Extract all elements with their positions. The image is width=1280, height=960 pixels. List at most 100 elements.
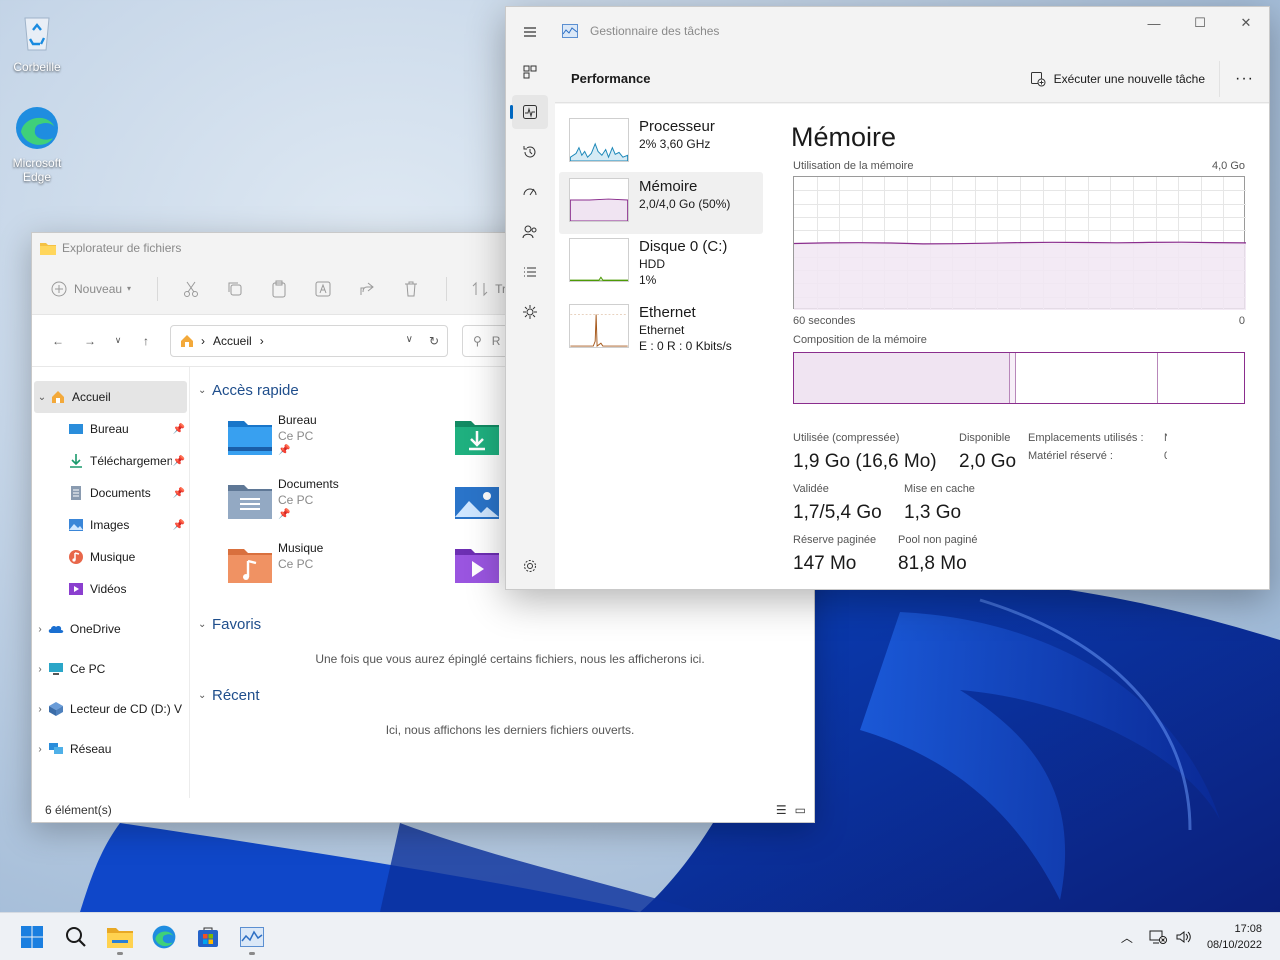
nav-item-onedrive[interactable]: › OneDrive	[32, 613, 189, 645]
nav-item-network[interactable]: › Réseau	[32, 733, 189, 765]
clipboard-icon	[272, 280, 286, 297]
stat-label: Disponible	[959, 432, 1011, 444]
nav-item-this-pc[interactable]: › Ce PC	[32, 653, 189, 685]
minimize-button[interactable]: —	[1131, 7, 1177, 39]
nav-app-history[interactable]	[512, 135, 548, 169]
nav-item-downloads[interactable]: Téléchargements 📌	[32, 445, 189, 477]
share-button[interactable]	[358, 280, 376, 298]
task-manager-window[interactable]: Gestionnaire des tâches — ☐ ✕ Performanc…	[505, 6, 1270, 590]
minimize-icon: —	[1147, 15, 1161, 31]
stat-value-committed: 1,7/5,4 Go	[793, 502, 882, 523]
address-bar[interactable]: › Accueil › ∨ ↻	[170, 324, 448, 357]
nav-item-music[interactable]: Musique	[32, 541, 189, 573]
desktop-icon-recycle-bin[interactable]: Corbeille	[1, 8, 73, 74]
taskbar-file-explorer[interactable]	[100, 919, 140, 955]
more-icon: ···	[1235, 69, 1254, 87]
cut-button[interactable]	[182, 280, 200, 298]
resource-memory[interactable]: Mémoire 2,0/4,0 Go (50%)	[559, 172, 763, 234]
chevron-down-icon: ⌄	[198, 384, 207, 396]
favorites-header[interactable]: ⌄ Favoris	[198, 611, 261, 637]
folder-icon	[40, 243, 56, 255]
stat-value-cached: 1,3 Go	[904, 502, 962, 523]
desktop-icon-label: Microsoft Edge	[12, 156, 62, 184]
recent-locations-button[interactable]: ∨	[108, 327, 128, 355]
more-options-button[interactable]: ···	[1219, 60, 1269, 97]
quick-access-tile-videos[interactable]	[455, 541, 505, 597]
chevron-down-icon: ⌄	[198, 618, 207, 630]
refresh-icon[interactable]: ↻	[429, 334, 439, 348]
resource-ethernet[interactable]: Ethernet Ethernet E : 0 R : 0 Kbits/s	[559, 298, 763, 360]
paste-button[interactable]	[270, 280, 288, 298]
composition-label: Composition de la mémoire	[793, 334, 927, 346]
pin-icon: 📌	[278, 509, 291, 520]
home-icon	[181, 334, 193, 347]
hamburger-menu-button[interactable]	[512, 15, 548, 49]
start-button[interactable]	[12, 919, 52, 955]
volume-icon[interactable]	[1175, 929, 1193, 945]
quick-access-tile-music[interactable]: Musique Ce PC	[228, 541, 448, 597]
taskbar-store[interactable]	[188, 919, 228, 955]
nav-item-cd-drive[interactable]: › Lecteur de CD (D:) V	[32, 693, 189, 725]
network-status-icon[interactable]	[1149, 929, 1167, 945]
users-icon	[522, 225, 537, 239]
nav-item-label: Réseau	[70, 742, 112, 756]
breadcrumb[interactable]: Accueil	[213, 334, 252, 348]
copy-button[interactable]	[226, 280, 244, 298]
clock[interactable]: 17:08 08/10/2022	[1207, 921, 1280, 953]
taskbar-edge[interactable]	[144, 919, 184, 955]
new-button[interactable]: Nouveau ▾	[50, 280, 131, 298]
back-button[interactable]: ←	[44, 327, 72, 355]
nav-item-videos[interactable]: Vidéos	[32, 573, 189, 605]
task-manager-titlebar[interactable]: Gestionnaire des tâches — ☐ ✕	[506, 7, 1269, 55]
forward-button[interactable]: →	[76, 327, 104, 355]
nav-item-home[interactable]: ⌄ Accueil	[34, 381, 187, 413]
cloud-icon	[48, 625, 64, 633]
delete-button[interactable]	[402, 280, 420, 298]
nav-item-label: Lecteur de CD (D:) V	[70, 702, 183, 716]
chevron-right-icon: ›	[38, 743, 42, 755]
taskbar: ︿ 17:08 08/10/2022	[0, 912, 1280, 960]
nav-item-documents[interactable]: Documents 📌	[32, 477, 189, 509]
run-new-task-button[interactable]: Exécuter une nouvelle tâche	[1030, 71, 1219, 87]
quick-access-tile-downloads[interactable]	[455, 413, 505, 469]
tiles-view-icon[interactable]: ▭	[795, 803, 806, 817]
desktop-icon-edge[interactable]: Microsoft Edge	[1, 104, 73, 184]
chevron-up-icon[interactable]: ︿	[1121, 929, 1133, 946]
close-button[interactable]: ✕	[1223, 7, 1269, 39]
nav-item-desktop[interactable]: Bureau 📌	[32, 413, 189, 445]
video-icon	[69, 583, 83, 595]
rename-button[interactable]	[314, 280, 332, 298]
details-view-icon[interactable]: ☰	[776, 803, 787, 817]
quick-access-tile-desktop[interactable]: Bureau Ce PC 📌	[228, 413, 448, 469]
nav-processes[interactable]	[512, 55, 548, 89]
nav-performance[interactable]	[510, 95, 548, 129]
up-button[interactable]: ↑	[132, 327, 160, 355]
nav-startup-apps[interactable]	[512, 175, 548, 209]
nav-settings[interactable]	[512, 549, 548, 583]
resource-disk[interactable]: Disque 0 (C:) HDD 1%	[559, 232, 763, 294]
list-icon	[524, 267, 536, 277]
nav-users[interactable]	[512, 215, 548, 249]
composition-in-use	[794, 353, 1010, 403]
chevron-down-icon[interactable]: ∨	[406, 334, 413, 348]
document-icon	[71, 486, 81, 500]
nav-details[interactable]	[512, 255, 548, 289]
resource-cpu[interactable]: Processeur 2% 3,60 GHz	[559, 112, 763, 174]
stat-label: Réserve paginée	[793, 534, 877, 546]
resource-type: HDD	[639, 257, 665, 271]
quick-access-tile-documents[interactable]: Documents Ce PC 📌	[228, 477, 448, 533]
nav-item-pictures[interactable]: Images 📌	[32, 509, 189, 541]
documents-folder-icon	[228, 485, 272, 519]
new-button-label: Nouveau	[74, 281, 123, 296]
maximize-button[interactable]: ☐	[1177, 7, 1223, 39]
stat-label: Emplacements utilisés :	[1028, 432, 1144, 444]
memory-thumbnail-graph	[569, 178, 629, 222]
section-title: Favoris	[212, 615, 262, 633]
scissors-icon	[184, 281, 199, 297]
nav-services[interactable]	[512, 295, 548, 329]
quick-access-tile-pictures[interactable]	[455, 477, 505, 533]
recent-header[interactable]: ⌄ Récent	[198, 682, 260, 708]
stat-value-nonpaged-pool: 81,8 Mo	[898, 553, 967, 574]
taskbar-task-manager[interactable]	[232, 919, 272, 955]
search-button[interactable]	[56, 919, 96, 955]
